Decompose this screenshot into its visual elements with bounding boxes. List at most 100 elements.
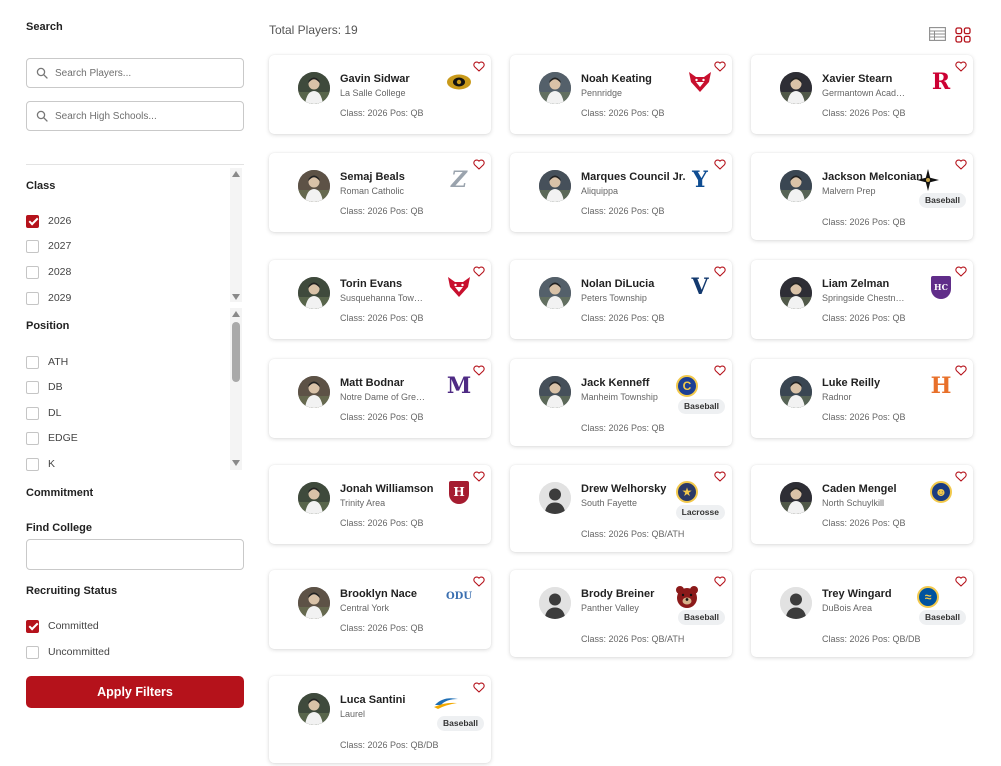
heart-icon[interactable] [955, 266, 967, 277]
search-players-input[interactable] [55, 65, 235, 81]
heart-icon[interactable] [473, 159, 485, 170]
player-name[interactable]: Trey Wingard [822, 588, 892, 600]
player-name[interactable]: Jonah Williamson [340, 483, 433, 495]
player-name[interactable]: Gavin Sidwar [340, 73, 410, 85]
player-name[interactable]: Torin Evans [340, 278, 402, 290]
position-option-edge[interactable]: EDGE [26, 431, 78, 445]
heart-icon[interactable] [473, 471, 485, 482]
class-option-2028[interactable]: 2028 [26, 265, 71, 279]
checkbox[interactable] [26, 214, 39, 228]
heart-icon[interactable] [473, 266, 485, 277]
table-view-icon[interactable] [929, 27, 946, 41]
player-card-xavier-stearn[interactable]: Xavier Stearn Germantown Acad… Class: 2026… [751, 55, 973, 134]
player-card-drew-welhorsky[interactable]: Drew Welhorsky South Fayette Class: 2026 P… [510, 465, 732, 552]
player-card-marques-council-jr[interactable]: Marques Council Jr. Aliquippa Class: 2026 … [510, 153, 732, 232]
checkbox[interactable] [26, 406, 39, 420]
position-option-k[interactable]: K [26, 457, 55, 471]
player-school: North Schuylkill [822, 498, 885, 508]
player-card-nolan-dilucia[interactable]: Nolan DiLucia Peters Township Class: 2026 … [510, 260, 732, 339]
checkbox[interactable] [26, 265, 39, 279]
player-card-caden-mengel[interactable]: Caden Mengel North Schuylkill Class: 2026 … [751, 465, 973, 544]
player-card-torin-evans[interactable]: Torin Evans Susquehanna Tow… Class: 2026 P… [269, 260, 491, 339]
player-class-position: Class: 2026 Pos: QB [340, 108, 424, 118]
find-college-field[interactable] [26, 539, 244, 570]
player-card-matt-bodnar[interactable]: Matt Bodnar Notre Dame of Gre… Class: 2026… [269, 359, 491, 438]
player-card-gavin-sidwar[interactable]: Gavin Sidwar La Salle College Class: 2026 … [269, 55, 491, 134]
grid-view-icon[interactable] [955, 27, 971, 43]
player-card-trey-wingard[interactable]: Trey Wingard DuBois Area Class: 2026 Pos: … [751, 570, 973, 657]
class-option-2029[interactable]: 2029 [26, 291, 71, 305]
checkbox[interactable] [26, 355, 39, 369]
heart-icon[interactable] [714, 471, 726, 482]
player-card-brody-breiner[interactable]: Brody Breiner Panther Valley Class: 2026 P… [510, 570, 732, 657]
heart-icon[interactable] [955, 365, 967, 376]
recruiting-option-committed[interactable]: Committed [26, 619, 99, 633]
player-name[interactable]: Marques Council Jr. [581, 171, 686, 183]
player-name[interactable]: Nolan DiLucia [581, 278, 654, 290]
scroll-up-icon[interactable] [232, 311, 240, 317]
scroll-up-icon[interactable] [232, 171, 240, 177]
scroll-thumb[interactable] [232, 322, 240, 382]
player-card-luke-reilly[interactable]: Luke Reilly Radnor Class: 2026 Pos: QB H [751, 359, 973, 438]
player-card-semaj-beals[interactable]: Semaj Beals Roman Catholic Class: 2026 Pos… [269, 153, 491, 232]
scroll-down-icon[interactable] [232, 460, 240, 466]
checkbox[interactable] [26, 239, 39, 253]
heart-icon[interactable] [473, 682, 485, 693]
scroll-down-icon[interactable] [232, 294, 240, 300]
player-avatar [298, 693, 330, 725]
heart-icon[interactable] [714, 266, 726, 277]
player-name[interactable]: Jackson Melconian [822, 171, 923, 183]
checkbox[interactable] [26, 291, 39, 305]
position-option-ath[interactable]: ATH [26, 355, 68, 369]
checkbox[interactable] [26, 619, 39, 633]
player-card-jonah-williamson[interactable]: Jonah Williamson Trinity Area Class: 2026 … [269, 465, 491, 544]
player-name[interactable]: Caden Mengel [822, 483, 897, 495]
player-avatar [539, 376, 571, 408]
player-avatar [780, 587, 812, 619]
apply-filters-button[interactable]: Apply Filters [26, 676, 244, 708]
checkbox[interactable] [26, 645, 39, 659]
search-schools-input[interactable] [55, 108, 235, 124]
heart-icon[interactable] [955, 576, 967, 587]
player-name[interactable]: Liam Zelman [822, 278, 889, 290]
checkbox[interactable] [26, 457, 39, 471]
player-name[interactable]: Matt Bodnar [340, 377, 404, 389]
player-name[interactable]: Brody Breiner [581, 588, 654, 600]
heart-icon[interactable] [955, 61, 967, 72]
heart-icon[interactable] [714, 576, 726, 587]
player-card-liam-zelman[interactable]: Liam Zelman Springside Chestn… Class: 2026… [751, 260, 973, 339]
player-name[interactable]: Xavier Stearn [822, 73, 892, 85]
player-name[interactable]: Jack Kenneff [581, 377, 649, 389]
class-option-2027[interactable]: 2027 [26, 239, 71, 253]
player-card-luca-santini[interactable]: Luca Santini Laurel Class: 2026 Pos: QB/DB… [269, 676, 491, 763]
heart-icon[interactable] [473, 61, 485, 72]
position-option-dl[interactable]: DL [26, 406, 61, 420]
player-name[interactable]: Luke Reilly [822, 377, 880, 389]
checkbox[interactable] [26, 380, 39, 394]
player-avatar [780, 277, 812, 309]
find-college-input[interactable] [27, 540, 243, 569]
player-name[interactable]: Semaj Beals [340, 171, 405, 183]
player-name[interactable]: Noah Keating [581, 73, 652, 85]
heart-icon[interactable] [714, 61, 726, 72]
heart-icon[interactable] [714, 159, 726, 170]
search-players-field[interactable] [26, 58, 244, 88]
checkbox[interactable] [26, 431, 39, 445]
player-card-jackson-melconian[interactable]: Jackson Melconian Malvern Prep Class: 2026… [751, 153, 973, 240]
recruiting-option-uncommitted[interactable]: Uncommitted [26, 645, 110, 659]
heart-icon[interactable] [955, 159, 967, 170]
position-option-db[interactable]: DB [26, 380, 63, 394]
player-card-noah-keating[interactable]: Noah Keating Pennridge Class: 2026 Pos: QB [510, 55, 732, 134]
player-name[interactable]: Drew Welhorsky [581, 483, 666, 495]
heart-icon[interactable] [714, 365, 726, 376]
player-card-jack-kenneff[interactable]: Jack Kenneff Manheim Township Class: 2026 … [510, 359, 732, 446]
player-name[interactable]: Brooklyn Nace [340, 588, 417, 600]
class-scrollbar[interactable] [230, 168, 242, 302]
heart-icon[interactable] [473, 365, 485, 376]
heart-icon[interactable] [955, 471, 967, 482]
player-name[interactable]: Luca Santini [340, 694, 405, 706]
search-schools-field[interactable] [26, 101, 244, 131]
player-card-brooklyn-nace[interactable]: Brooklyn Nace Central York Class: 2026 Pos… [269, 570, 491, 649]
heart-icon[interactable] [473, 576, 485, 587]
class-option-2026[interactable]: 2026 [26, 214, 71, 228]
